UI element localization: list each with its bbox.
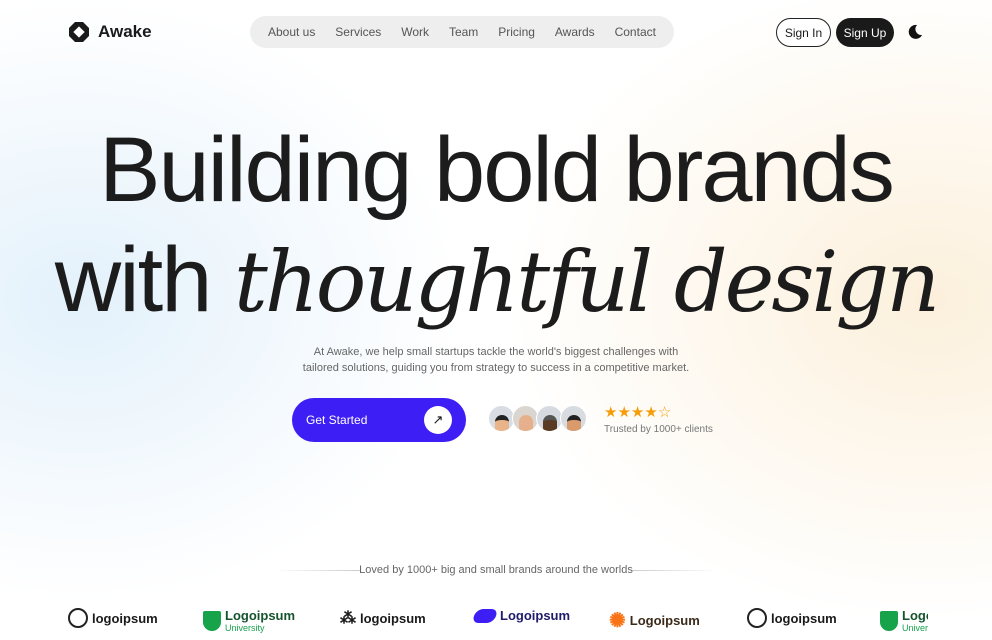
nav-about[interactable]: About us <box>268 25 315 39</box>
moon-icon[interactable] <box>907 24 923 40</box>
star-icon: ★ <box>644 404 658 421</box>
avatar <box>512 405 539 432</box>
brand-name: Awake <box>98 22 152 41</box>
brand-logo-4: Logoipsum <box>471 608 570 623</box>
dots-logo-icon: ⁂ <box>340 610 356 627</box>
nav-team[interactable]: Team <box>449 25 478 39</box>
sun-logo-icon: ✺ <box>609 610 626 632</box>
circle-stripes-logo-icon <box>68 608 88 628</box>
brand-logo-1: logoipsum <box>68 608 158 628</box>
brand-logo-2: Logoipsum University <box>203 608 295 633</box>
shield-logo-icon <box>880 610 898 631</box>
main-menu: About us Services Work Team Pricing Awar… <box>250 16 674 48</box>
trust-text: Trusted by 1000+ clients <box>604 424 713 435</box>
hero-subtitle: At Awake, we help small startups tackle … <box>0 344 992 376</box>
brand-logo[interactable]: Awake <box>68 21 152 43</box>
chain-logo-icon <box>471 608 499 623</box>
nav-awards[interactable]: Awards <box>555 25 595 39</box>
circle-stripes-logo-icon <box>747 608 767 628</box>
hero-title-line2: with thoughtful design <box>0 228 992 333</box>
hero-title-plain: with <box>54 229 213 331</box>
arrow-up-right-icon: ↗ <box>424 406 452 434</box>
star-icon: ★ <box>630 404 645 421</box>
brand-logo-6: logoipsum <box>747 608 837 628</box>
shield-logo-icon <box>203 610 221 631</box>
nav-contact[interactable]: Contact <box>615 25 656 39</box>
brand-logo-3: ⁂ logoipsum <box>340 610 426 627</box>
brands-caption: Loved by 1000+ big and small brands arou… <box>359 564 633 576</box>
nav-pricing[interactable]: Pricing <box>498 25 535 39</box>
avatar <box>536 405 563 432</box>
client-avatars <box>488 405 587 432</box>
avatar <box>488 405 515 432</box>
hero-title-italic: thoughtful design <box>233 233 940 331</box>
brand-logo-5: ✺ Logoipsum <box>609 610 700 632</box>
star-outline-icon: ☆ <box>657 404 672 421</box>
hero-subtitle-text: At Awake, we help small startups tackle … <box>302 346 690 374</box>
sign-up-button[interactable]: Sign Up <box>836 18 894 47</box>
top-nav: Awake About us Services Work Team Pricin… <box>0 16 992 50</box>
star-icon: ★ <box>604 404 618 421</box>
nav-work[interactable]: Work <box>401 25 429 39</box>
avatar <box>560 405 587 432</box>
nav-services[interactable]: Services <box>335 25 381 39</box>
star-icon: ★ <box>617 404 631 421</box>
get-started-button[interactable]: Get Started ↗ <box>292 398 466 442</box>
hero-title-line1: Building bold brands <box>99 119 895 221</box>
rating-stars: ★★★★☆ <box>604 403 671 421</box>
sign-in-button[interactable]: Sign In <box>776 18 831 47</box>
get-started-label: Get Started <box>306 413 368 427</box>
brand-logos: logoipsum Logoipsum University ⁂ logoipsum… <box>68 608 928 636</box>
hexagon-logo-icon <box>69 22 89 42</box>
brand-logo-7: LogoipsumUniversity <box>880 608 928 633</box>
